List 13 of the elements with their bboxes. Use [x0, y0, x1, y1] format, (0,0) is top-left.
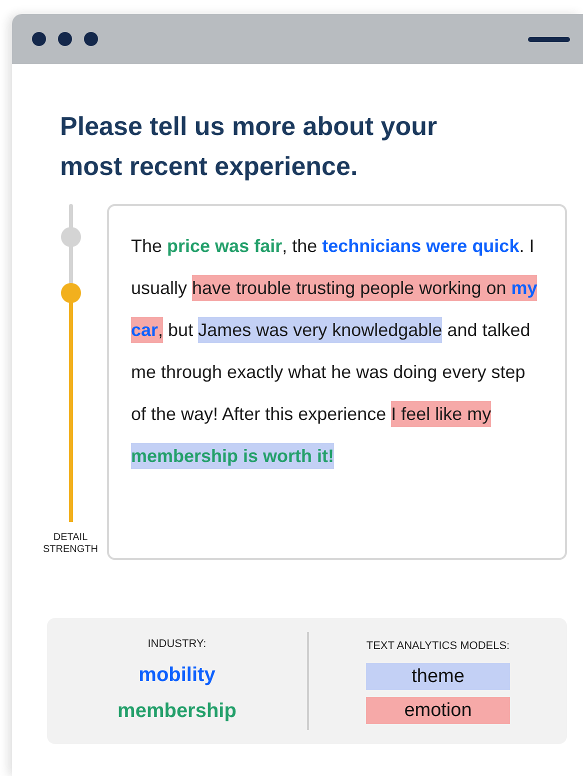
models-label: TEXT ANALYTICS MODELS: — [366, 639, 510, 654]
question-heading: Please tell us more about your most recent experience. — [60, 110, 438, 183]
industry-label: INDUSTRY: — [148, 636, 206, 652]
slider-track[interactable] — [60, 204, 80, 522]
slider-thumb[interactable] — [60, 283, 80, 304]
review-text: The price was fair, the technicians were quick. I usually have trouble trusting people working on my car, but James was very knowledgable and talked me through exactly what he was doing every step of the way! After this experience I feel like my membership is worth it! — [131, 225, 541, 477]
industry-tag: membership — [118, 696, 236, 726]
model-tag: theme — [366, 662, 510, 690]
slider-stop-icon[interactable] — [60, 227, 80, 247]
slider-label: DETAIL STRENGTH — [42, 532, 99, 556]
model-tag: emotion — [366, 696, 510, 724]
industry-tag: mobility — [138, 660, 216, 690]
menu-icon[interactable] — [528, 36, 570, 42]
